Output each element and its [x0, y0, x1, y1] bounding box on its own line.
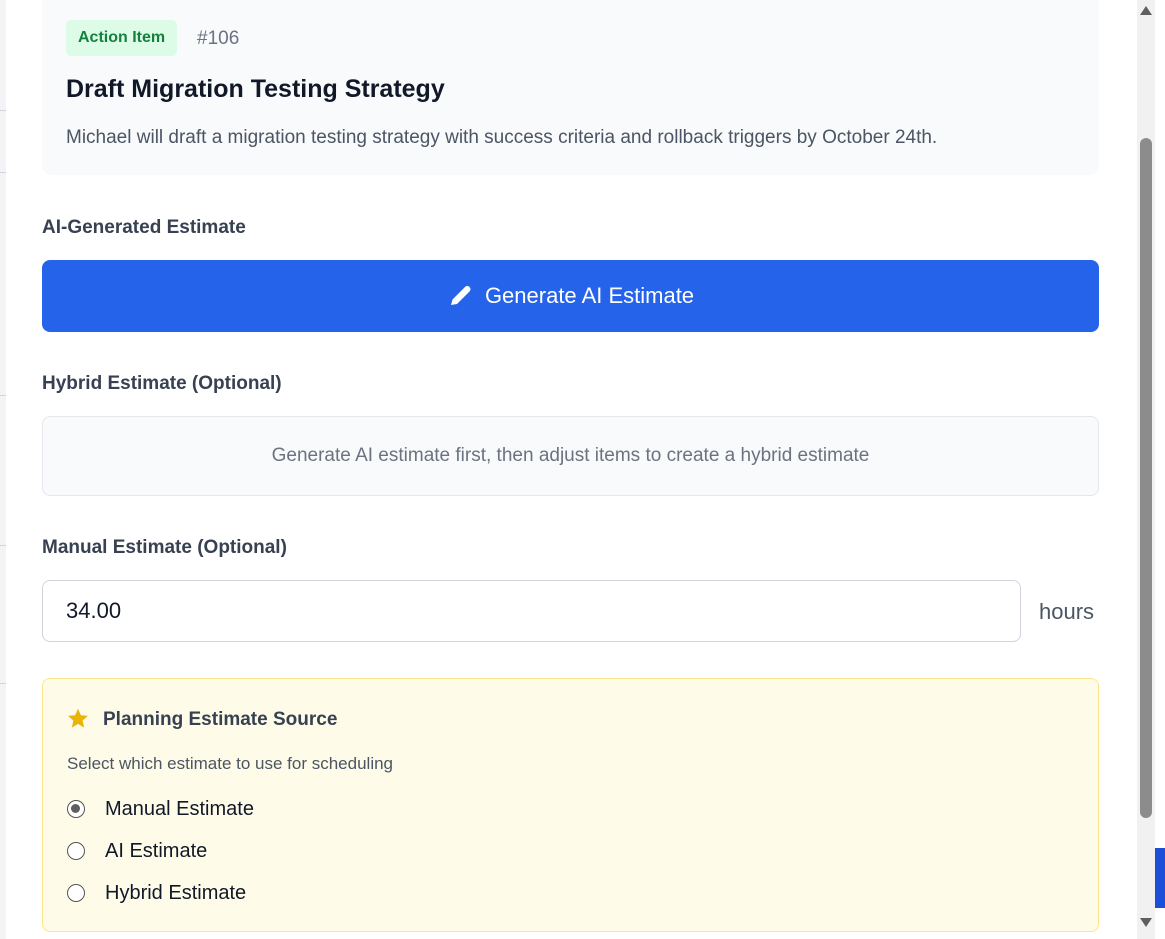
action-item-id: #106	[197, 28, 240, 49]
action-item-badge: Action Item	[66, 20, 178, 56]
radio-manual-estimate[interactable]: Manual Estimate	[67, 794, 254, 824]
radio-label: AI Estimate	[105, 839, 208, 862]
radio-hybrid-estimate[interactable]: Hybrid Estimate	[67, 878, 246, 908]
scroll-up-arrow-icon[interactable]	[1140, 6, 1152, 15]
radio-label: Manual Estimate	[105, 797, 254, 820]
background-button-fragment	[1155, 848, 1165, 908]
action-item-description: Michael will draft a migration testing s…	[66, 127, 938, 148]
pencil-icon	[447, 283, 473, 309]
manual-estimate-input[interactable]: 34.00	[42, 580, 1021, 642]
viewport: Action Item #106 Draft Migration Testing…	[0, 0, 1165, 939]
action-item-title: Draft Migration Testing Strategy	[66, 75, 445, 103]
radio-ai-estimate[interactable]: AI Estimate	[67, 836, 207, 866]
planning-source-title: Planning Estimate Source	[103, 709, 338, 730]
ai-estimate-label: AI-Generated Estimate	[42, 217, 246, 238]
scroll-down-arrow-icon[interactable]	[1140, 918, 1152, 927]
radio-button-checked[interactable]	[67, 800, 85, 818]
scrollbar-thumb[interactable]	[1140, 138, 1152, 818]
hybrid-estimate-placeholder: Generate AI estimate first, then adjust …	[42, 416, 1099, 496]
generate-ai-estimate-label: Generate AI Estimate	[484, 283, 695, 308]
background-page-right	[1155, 0, 1165, 939]
planning-source-subtitle: Select which estimate to use for schedul…	[67, 754, 394, 773]
estimate-modal: Action Item #106 Draft Migration Testing…	[6, 0, 1137, 939]
hours-unit-label: hours	[1039, 599, 1095, 624]
generate-ai-estimate-button[interactable]: Generate AI Estimate	[42, 260, 1099, 332]
radio-label: Hybrid Estimate	[105, 881, 247, 904]
radio-button[interactable]	[67, 884, 85, 902]
hybrid-estimate-label: Hybrid Estimate (Optional)	[42, 373, 282, 394]
star-icon	[66, 707, 90, 736]
radio-button[interactable]	[67, 842, 85, 860]
planning-estimate-source-panel: Planning Estimate Source Select which es…	[42, 678, 1099, 932]
hybrid-placeholder-text: Generate AI estimate first, then adjust …	[271, 445, 870, 466]
manual-estimate-label: Manual Estimate (Optional)	[42, 537, 287, 558]
action-item-card: Action Item #106 Draft Migration Testing…	[42, 0, 1099, 175]
